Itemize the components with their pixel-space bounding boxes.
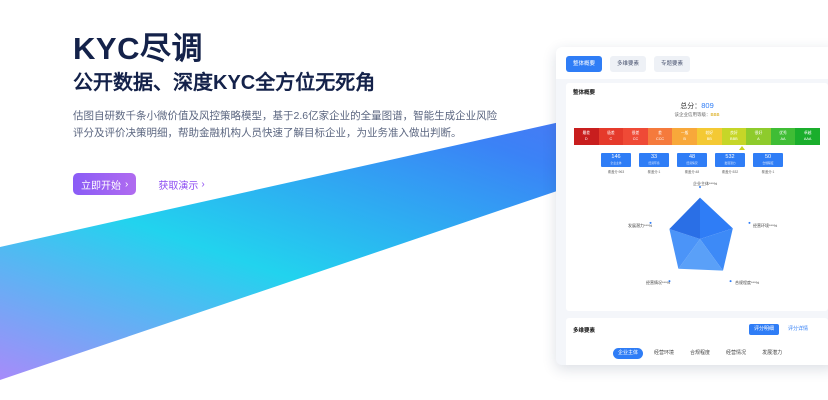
- dimension-tab[interactable]: 发展潜力: [757, 348, 787, 359]
- score-value: 809: [701, 101, 714, 110]
- stat-sub: 覆盖分:532: [721, 170, 739, 174]
- stat-value: 532: [725, 154, 735, 160]
- grade-segment-grade: A: [757, 137, 760, 141]
- grade-scale: 最差 D 极差 C 很差 CC 差 CCC 一般 B 较好 BB 良好 BBB 很好 A 优秀 AA 卓越 AAA: [574, 128, 820, 145]
- overview-title: 整体概要: [573, 90, 596, 96]
- stat-card: 146 企业主体覆盖分:963: [601, 153, 631, 174]
- grade-segment: 优秀 AA: [770, 128, 796, 145]
- multi-title: 多维要素: [573, 328, 596, 334]
- radar-label: 经营情况***%: [646, 280, 671, 285]
- multi-dimension-panel: 多维要素 评分明细 评分详情 企业主体 经营环境 合规程度 经营情况 发展潜力: [566, 318, 828, 365]
- stat-value: 50: [764, 154, 772, 160]
- stat-sub: 覆盖分:1: [761, 170, 775, 174]
- stat-value: 33: [650, 154, 658, 160]
- dimension-tab[interactable]: 合规程度: [685, 348, 715, 359]
- dimension-stats: 146 企业主体覆盖分:963 33 经营环境覆盖分:1 48 经营情况覆盖分:48 532…: [601, 153, 783, 174]
- score-info-link[interactable]: 评分详情: [788, 324, 808, 335]
- grade-segment: 较好 BB: [696, 128, 722, 145]
- radar-label: 发展潜力***%: [628, 223, 653, 228]
- tab-overview[interactable]: 整体概要: [566, 56, 603, 72]
- stat-label: 合规程度: [762, 161, 774, 165]
- stat-sub: 覆盖分:48: [684, 170, 700, 174]
- dimension-tabs: 企业主体 经营环境 合规程度 经营情况 发展潜力: [613, 348, 787, 359]
- stat-label: 经营环境: [648, 161, 660, 165]
- stat-card: 33 经营环境覆盖分:1: [639, 153, 669, 174]
- grade-segment-grade: CC: [632, 137, 639, 141]
- dimension-tab[interactable]: 经营情况: [721, 348, 751, 359]
- grade-segment: 极差 C: [598, 128, 624, 145]
- credit-grade: 该企业信用等级：BBB: [566, 112, 828, 118]
- grade-segment: 良好 BBB: [721, 128, 747, 145]
- grade-segment: 差 CCC: [647, 128, 673, 145]
- demo-link-label: 获取演示: [158, 180, 199, 192]
- score-detail-button[interactable]: 评分明细: [749, 324, 780, 335]
- grade-segment: 卓越 AAA: [795, 128, 820, 145]
- stat-value: 48: [688, 154, 696, 160]
- start-button-label: 立即开始: [81, 180, 121, 192]
- radar-svg: [649, 186, 751, 283]
- stat-card: 50 合规程度覆盖分:1: [753, 153, 783, 174]
- radar-axis-dot: [748, 221, 751, 224]
- grade-label: 该企业信用等级：: [674, 112, 711, 117]
- stat-label: 发展潜力: [724, 161, 736, 165]
- stat-value: 146: [611, 154, 621, 160]
- stat-box: 50 合规程度: [753, 153, 783, 167]
- stat-label: 经营情况: [686, 161, 698, 165]
- chevron-right-icon: ›: [125, 178, 129, 190]
- page-subtitle: 公开数据、深度KYC全方位无死角: [73, 72, 376, 94]
- radar-chart: 企业主体***% 经营环境***% 合规程度***% 经营情况***% 发展潜力…: [610, 181, 790, 301]
- grade-segment: 一般 B: [672, 128, 697, 145]
- dimension-tab[interactable]: 企业主体: [613, 348, 644, 359]
- radar-axis-dot: [729, 280, 732, 283]
- grade-segment-grade: BBB: [730, 137, 738, 141]
- grade-segment: 最差 D: [574, 128, 599, 145]
- grade-segment-grade: CCC: [655, 137, 665, 141]
- grade-value: BBB: [710, 112, 720, 117]
- stat-box: 48 经营情况: [677, 153, 707, 167]
- overview-panel: 整体概要 总分：809 该企业信用等级：BBB 最差 D 极差 C 很差 CC 差 CCC 一般…: [566, 83, 828, 311]
- tab-multi-dimension[interactable]: 多维要素: [610, 56, 647, 72]
- stat-card: 532 发展潜力覆盖分:532: [715, 153, 745, 174]
- stat-box: 532 发展潜力: [715, 153, 745, 167]
- grade-marker: [739, 146, 745, 150]
- cta-row: 立即开始 › 获取演示 ›: [73, 173, 513, 195]
- stat-card: 48 经营情况覆盖分:48: [677, 153, 707, 174]
- stat-box: 146 企业主体: [601, 153, 631, 167]
- stat-sub: 覆盖分:1: [647, 170, 661, 174]
- grade-segment-grade: AA: [780, 137, 786, 141]
- hero-section: KYC尽调 公开数据、深度KYC全方位无死角 估图自研数千条小微价值及风控策略模…: [73, 30, 513, 195]
- grade-segment-grade: D: [584, 137, 588, 141]
- report-tabs: 整体概要 多维要素 专题要素: [556, 47, 828, 79]
- demo-link[interactable]: 获取演示 ›: [158, 177, 204, 192]
- grade-segment: 很差 CC: [623, 128, 648, 145]
- stat-sub: 覆盖分:963: [607, 170, 625, 174]
- score-label: 总分：: [680, 103, 702, 110]
- page-title: KYC尽调: [73, 31, 203, 66]
- start-button[interactable]: 立即开始 ›: [73, 173, 137, 195]
- stat-box: 33 经营环境: [639, 153, 669, 167]
- dimension-tab[interactable]: 经营环境: [649, 348, 679, 359]
- stat-label: 企业主体: [610, 161, 622, 165]
- grade-segment: 很好 A: [746, 128, 771, 145]
- total-score: 总分：809: [566, 101, 828, 111]
- kyc-report-card: 整体概要 多维要素 专题要素 整体概要 总分：809 该企业信用等级：BBB 最…: [556, 47, 828, 365]
- grade-segment-grade: B: [683, 137, 686, 141]
- grade-segment-grade: C: [609, 137, 613, 141]
- hero-description: 估图自研数千条小微价值及风控策略模型，基于2.6亿家企业的全量图谱，智能生成企业…: [73, 110, 498, 139]
- tab-topics[interactable]: 专题要素: [654, 56, 691, 72]
- chevron-right-icon: ›: [201, 178, 205, 190]
- radar-label: 企业主体***%: [693, 181, 718, 186]
- radar-label: 经营环境***%: [753, 223, 778, 228]
- grade-segment-grade: BB: [706, 137, 712, 141]
- grade-segment-grade: AAA: [803, 137, 812, 141]
- radar-label: 合规程度***%: [735, 280, 760, 285]
